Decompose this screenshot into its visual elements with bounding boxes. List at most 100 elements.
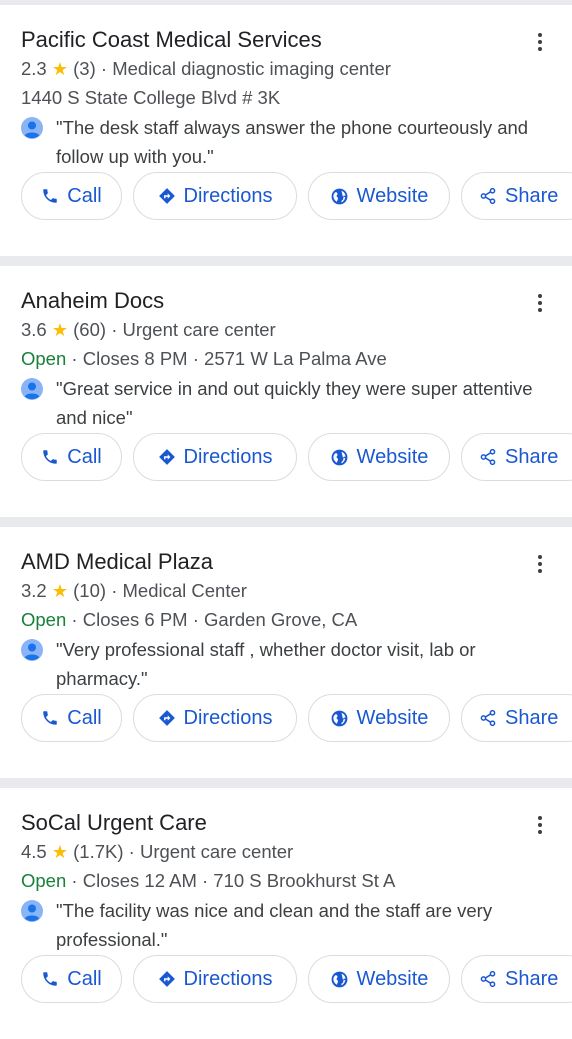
directions-icon: [158, 971, 175, 987]
call-button[interactable]: Call: [21, 955, 122, 1003]
review-snippet: "The desk staff always answer the phone …: [56, 117, 529, 167]
directions-icon: [158, 449, 175, 465]
more-vert-icon[interactable]: [525, 810, 555, 840]
globe-icon: [331, 449, 347, 465]
globe-icon: [331, 971, 347, 987]
listing-name[interactable]: Pacific Coast Medical Services: [21, 25, 322, 55]
share-button[interactable]: Share: [461, 694, 572, 742]
share-icon: [480, 448, 496, 466]
share-button[interactable]: Share: [461, 172, 572, 220]
website-label: Website: [356, 706, 429, 729]
directions-button[interactable]: Directions: [133, 172, 297, 220]
share-label: Share: [505, 445, 559, 468]
star-icon: ★: [51, 59, 68, 79]
directions-label: Directions: [183, 445, 273, 468]
star-icon: ★: [51, 842, 68, 862]
hours-address: Closes 12 AM · 710 S Brookhurst St A: [82, 870, 396, 891]
open-status: Open: [21, 870, 67, 891]
listing-card[interactable]: Pacific Coast Medical Services 2.3 ★ (3)…: [0, 5, 572, 256]
category: Urgent care center: [122, 319, 276, 340]
website-button[interactable]: Website: [308, 172, 450, 220]
review-snippet: "Very professional staff , whether docto…: [56, 639, 476, 689]
call-button[interactable]: Call: [21, 694, 122, 742]
listing-name[interactable]: SoCal Urgent Care: [21, 808, 207, 838]
phone-icon: [43, 711, 58, 725]
rating-line: 3.2 ★ (10) · Medical Center: [21, 580, 247, 601]
globe-icon: [331, 188, 347, 204]
review-snippet: "Great service in and out quickly they w…: [56, 378, 533, 428]
call-label: Call: [67, 445, 102, 468]
details-line: Open · Closes 12 AM · 710 S Brookhurst S…: [21, 870, 396, 891]
directions-label: Directions: [183, 184, 273, 207]
listing-card[interactable]: AMD Medical Plaza 3.2 ★ (10) · Medical C…: [0, 527, 572, 778]
share-label: Share: [505, 706, 559, 729]
call-label: Call: [67, 967, 102, 990]
rating-line: 4.5 ★ (1.7K) · Urgent care center: [21, 841, 294, 862]
open-status: Open: [21, 609, 67, 630]
listing-card[interactable]: Anaheim Docs 3.6 ★ (60) · Urgent care ce…: [0, 266, 572, 517]
phone-icon: [43, 972, 58, 986]
website-label: Website: [356, 184, 429, 207]
rating-value: 4.5: [21, 841, 47, 862]
details-line: Open · Closes 6 PM · Garden Grove, CA: [21, 609, 358, 630]
directions-button[interactable]: Directions: [133, 433, 297, 481]
address: 1440 S State College Blvd # 3K: [21, 87, 281, 108]
details-line: Open · Closes 8 PM · 2571 W La Palma Ave: [21, 348, 387, 369]
website-label: Website: [356, 967, 429, 990]
website-button[interactable]: Website: [308, 694, 450, 742]
more-vert-icon[interactable]: [525, 549, 555, 579]
directions-label: Directions: [183, 967, 273, 990]
star-icon: ★: [51, 320, 68, 340]
person-icon: [21, 639, 43, 661]
hours-address: Closes 8 PM · 2571 W La Palma Ave: [82, 348, 387, 369]
rating-value: 3.2: [21, 580, 47, 601]
star-icon: ★: [51, 581, 68, 601]
globe-icon: [331, 710, 347, 726]
directions-icon: [158, 188, 175, 204]
share-button[interactable]: Share: [461, 433, 572, 481]
call-button[interactable]: Call: [21, 433, 122, 481]
website-button[interactable]: Website: [308, 433, 450, 481]
share-icon: [480, 970, 496, 988]
call-label: Call: [67, 706, 102, 729]
share-label: Share: [505, 967, 559, 990]
phone-icon: [43, 189, 58, 203]
listing-name[interactable]: AMD Medical Plaza: [21, 547, 213, 577]
share-button[interactable]: Share: [461, 955, 572, 1003]
review-count: (3): [73, 58, 96, 79]
card-separator: [0, 256, 572, 266]
directions-button[interactable]: Directions: [133, 694, 297, 742]
directions-label: Directions: [183, 706, 273, 729]
category: Medical Center: [122, 580, 247, 601]
review-count: (1.7K): [73, 841, 124, 862]
website-label: Website: [356, 445, 429, 468]
category: Urgent care center: [139, 841, 294, 862]
details-line: 1440 S State College Blvd # 3K: [21, 85, 280, 111]
category: Medical diagnostic imaging center: [112, 58, 391, 79]
review-count: (10): [73, 580, 107, 601]
call-label: Call: [67, 184, 102, 207]
rating-line: 2.3 ★ (3) · Medical diagnostic imaging c…: [21, 58, 391, 79]
person-icon: [21, 900, 43, 922]
share-icon: [480, 187, 496, 205]
review-count: (60): [73, 319, 107, 340]
card-separator: [0, 778, 572, 788]
more-vert-icon[interactable]: [525, 27, 555, 57]
person-icon: [21, 378, 43, 400]
listing-name[interactable]: Anaheim Docs: [21, 286, 164, 316]
directions-icon: [158, 710, 175, 726]
more-vert-icon[interactable]: [525, 288, 555, 318]
phone-icon: [43, 450, 58, 464]
listing-card[interactable]: SoCal Urgent Care 4.5 ★ (1.7K) · Urgent …: [0, 788, 572, 1039]
share-label: Share: [505, 184, 559, 207]
directions-button[interactable]: Directions: [133, 955, 297, 1003]
hours-address: Closes 6 PM · Garden Grove, CA: [82, 609, 358, 630]
rating-value: 2.3: [21, 58, 47, 79]
open-status: Open: [21, 348, 67, 369]
website-button[interactable]: Website: [308, 955, 450, 1003]
review-snippet: "The facility was nice and clean and the…: [56, 900, 493, 950]
rating-value: 3.6: [21, 319, 47, 340]
share-icon: [480, 709, 496, 727]
call-button[interactable]: Call: [21, 172, 122, 220]
person-icon: [21, 117, 43, 139]
